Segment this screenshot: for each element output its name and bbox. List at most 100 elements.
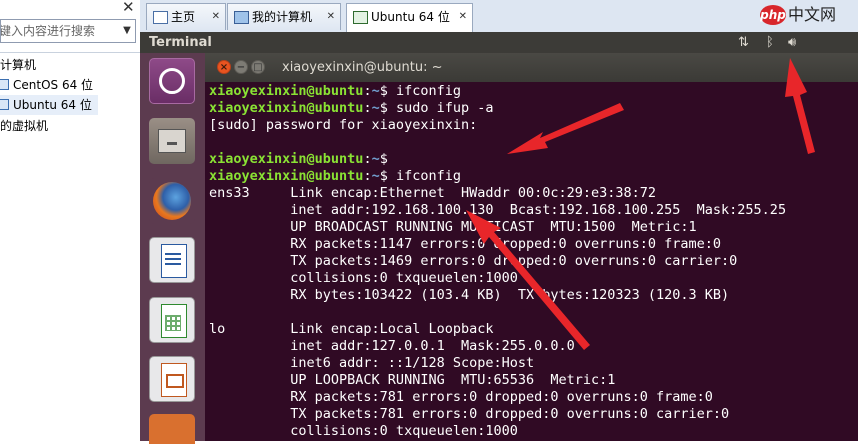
- prompt-path: ~: [371, 100, 380, 116]
- home-icon: [153, 11, 168, 24]
- prompt-separator: :: [363, 100, 372, 116]
- tree-item-label: CentOS 64 位: [13, 78, 94, 92]
- tab-home[interactable]: 主页 ✕: [146, 3, 226, 30]
- impress-icon[interactable]: [149, 356, 195, 402]
- close-icon[interactable]: ✕: [459, 4, 467, 30]
- terminal-titlebar[interactable]: × − □ xiaoyexinxin@ubuntu: ~: [205, 53, 858, 82]
- prompt-command: $: [379, 151, 388, 167]
- output-text: collisions:0 txqueuelen:1000: [209, 423, 518, 439]
- library-search-input[interactable]: 处键入内容进行搜索 ▼: [0, 19, 136, 43]
- output-text: TX packets:781 errors:0 dropped:0 overru…: [209, 406, 730, 422]
- prompt-command: $ ifconfig: [379, 83, 461, 99]
- tab-ubuntu[interactable]: Ubuntu 64 位 ✕: [346, 3, 473, 32]
- maximize-icon[interactable]: □: [251, 60, 265, 74]
- terminal-line: inet addr:127.0.0.1 Mask:255.0.0.0: [209, 338, 786, 355]
- tree-item-centos[interactable]: CentOS 64 位: [0, 75, 93, 95]
- tree-item-my-computer[interactable]: 的计算机: [0, 55, 36, 75]
- divider: [0, 52, 140, 53]
- terminal-line: UP BROADCAST RUNNING MULTICAST MTU:1500 …: [209, 219, 786, 236]
- bluetooth-icon[interactable]: ᛒ: [766, 32, 774, 53]
- prompt-path: ~: [371, 83, 380, 99]
- terminal-title: xiaoyexinxin@ubuntu: ~: [282, 60, 443, 75]
- output-text: [sudo] password for xiaoyexinxin:: [209, 117, 478, 133]
- close-icon[interactable]: ×: [217, 60, 231, 74]
- close-icon[interactable]: ✕: [327, 4, 335, 30]
- prompt-separator: :: [363, 83, 372, 99]
- terminal-line: collisions:0 txqueuelen:1000: [209, 270, 786, 287]
- ubuntu-dash-icon[interactable]: [149, 58, 195, 104]
- prompt-command: $ sudo ifup -a: [379, 100, 494, 116]
- terminal-line: xiaoyexinxin@ubuntu:~$: [209, 151, 786, 168]
- vm-library-panel: ✕ 处键入内容进行搜索 ▼ 的计算机 CentOS 64 位 Ubuntu 64…: [0, 0, 141, 441]
- terminal-line: RX bytes:103422 (103.4 KB) TX bytes:1203…: [209, 287, 786, 304]
- terminal-line: inet6 addr: ::1/128 Scope:Host: [209, 355, 786, 372]
- chevron-down-icon[interactable]: ▼: [121, 20, 133, 42]
- ubuntu-launcher: [140, 53, 205, 444]
- vm-icon: [0, 79, 9, 90]
- terminal-line: xiaoyexinxin@ubuntu:~$ sudo ifup -a: [209, 100, 786, 117]
- output-text: UP LOOPBACK RUNNING MTU:65536 Metric:1: [209, 372, 616, 388]
- volume-icon[interactable]: 🔊︎: [788, 32, 796, 53]
- terminal-line: TX packets:1469 errors:0 dropped:0 overr…: [209, 253, 786, 270]
- vm-icon: [353, 11, 368, 24]
- writer-icon[interactable]: [149, 237, 195, 283]
- terminal-line: UP LOOPBACK RUNNING MTU:65536 Metric:1: [209, 372, 786, 389]
- network-icon[interactable]: ⇅: [738, 32, 749, 53]
- ubuntu-top-panel: Terminal ⇅ ᛒ 🔊︎: [140, 32, 858, 53]
- close-icon[interactable]: ✕: [212, 4, 220, 30]
- tab-label: 我的计算机: [252, 10, 313, 24]
- computer-icon: [234, 11, 249, 24]
- terminal-line: xiaoyexinxin@ubuntu:~$ ifconfig: [209, 83, 786, 100]
- output-text: UP BROADCAST RUNNING MULTICAST MTU:1500 …: [209, 219, 697, 235]
- prompt-user: xiaoyexinxin@ubuntu: [209, 168, 364, 184]
- firefox-icon[interactable]: [149, 178, 195, 224]
- prompt-separator: :: [363, 168, 372, 184]
- prompt-separator: :: [363, 151, 372, 167]
- output-text: inet addr:192.168.100.130 Bcast:192.168.…: [209, 202, 787, 218]
- terminal-line: xiaoyexinxin@ubuntu:~$ ifconfig: [209, 168, 786, 185]
- terminal-line: TX packets:781 errors:0 dropped:0 overru…: [209, 406, 786, 423]
- prompt-user: xiaoyexinxin@ubuntu: [209, 83, 364, 99]
- terminal-line: ens33 Link encap:Ethernet HWaddr 00:0c:2…: [209, 185, 786, 202]
- output-text: TX packets:1469 errors:0 dropped:0 overr…: [209, 253, 738, 269]
- close-icon[interactable]: ✕: [122, 0, 135, 16]
- tree-item-shared-vms[interactable]: 享的虚拟机: [0, 116, 48, 136]
- output-text: RX bytes:103422 (103.4 KB) TX bytes:1203…: [209, 287, 730, 303]
- output-text: inet6 addr: ::1/128 Scope:Host: [209, 355, 535, 371]
- prompt-user: xiaoyexinxin@ubuntu: [209, 100, 364, 116]
- prompt-path: ~: [371, 168, 380, 184]
- files-icon[interactable]: [149, 118, 195, 164]
- output-text: inet addr:127.0.0.1 Mask:255.0.0.0: [209, 338, 575, 354]
- output-text: lo Link encap:Local Loopback: [209, 321, 494, 337]
- terminal-line: RX packets:1147 errors:0 dropped:0 overr…: [209, 236, 786, 253]
- tab-my-computer[interactable]: 我的计算机 ✕: [227, 3, 341, 30]
- output-text: collisions:0 txqueuelen:1000: [209, 270, 518, 286]
- calc-icon[interactable]: [149, 297, 195, 343]
- tree-item-ubuntu[interactable]: Ubuntu 64 位: [0, 95, 98, 115]
- tree-item-label: Ubuntu 64 位: [13, 98, 92, 112]
- watermark-text: 中文网: [788, 5, 837, 24]
- watermark-logo: php 中文网: [748, 0, 858, 30]
- tab-label: Ubuntu 64 位: [371, 10, 450, 24]
- terminal-line: [sudo] password for xiaoyexinxin:: [209, 117, 786, 134]
- terminal-line: RX packets:781 errors:0 dropped:0 overru…: [209, 389, 786, 406]
- terminal-output: xiaoyexinxin@ubuntu:~$ ifconfig xiaoyexin…: [209, 83, 786, 440]
- tree-item-label: 的计算机: [0, 58, 37, 72]
- software-center-icon[interactable]: [149, 414, 195, 444]
- terminal-line: lo Link encap:Local Loopback: [209, 321, 786, 338]
- terminal-line: collisions:0 txqueuelen:1000: [209, 423, 786, 440]
- tree-item-label: 享的虚拟机: [0, 119, 49, 133]
- terminal-body[interactable]: xiaoyexinxin@ubuntu:~$ ifconfig xiaoyexin…: [205, 82, 858, 441]
- prompt-user: xiaoyexinxin@ubuntu: [209, 151, 364, 167]
- output-text: RX packets:1147 errors:0 dropped:0 overr…: [209, 236, 722, 252]
- search-placeholder: 处键入内容进行搜索: [0, 24, 96, 38]
- vm-icon: [0, 99, 9, 110]
- tab-label: 主页: [171, 10, 196, 24]
- output-text: ens33 Link encap:Ethernet HWaddr 00:0c:2…: [209, 185, 657, 201]
- php-badge: php: [760, 5, 786, 25]
- minimize-icon[interactable]: −: [234, 60, 248, 74]
- output-text: RX packets:781 errors:0 dropped:0 overru…: [209, 389, 713, 405]
- prompt-path: ~: [371, 151, 380, 167]
- active-app-title: Terminal: [149, 35, 212, 50]
